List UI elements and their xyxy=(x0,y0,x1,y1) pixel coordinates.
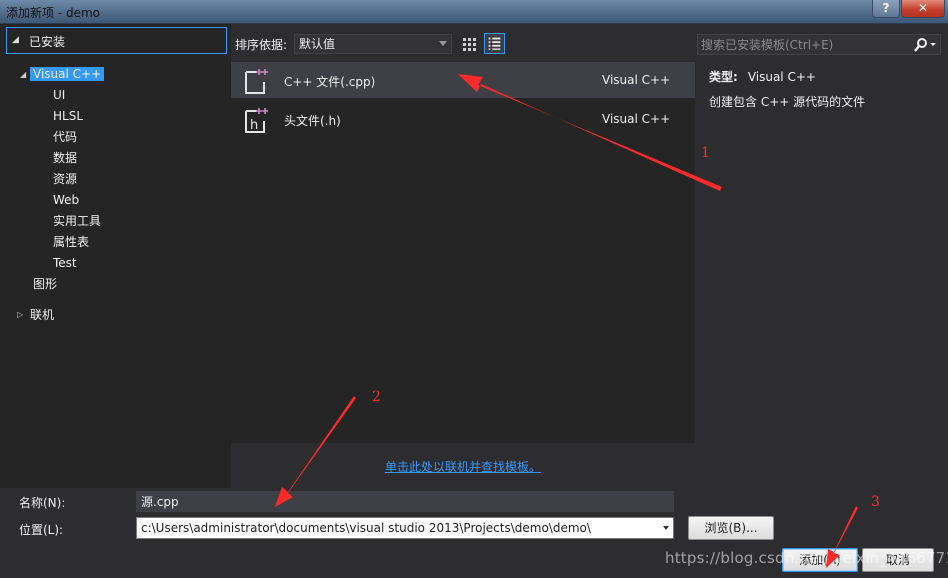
chevron-down-icon xyxy=(439,41,447,46)
tree-item-resource[interactable]: 资源 xyxy=(53,169,77,189)
sort-label: 排序依据: xyxy=(235,38,288,52)
sort-select[interactable]: 默认值 xyxy=(294,34,452,54)
tree-item-hlsl[interactable]: HLSL xyxy=(53,106,83,126)
annotation-label-1: 1 xyxy=(701,145,710,161)
template-name: C++ 文件(.cpp) xyxy=(284,75,376,89)
annotation-label-3: 3 xyxy=(871,494,880,510)
location-label: 位置(L): xyxy=(19,523,64,537)
tree-item-data[interactable]: 数据 xyxy=(53,148,77,168)
title-bar: 添加新项 - demo ? ✕ xyxy=(0,0,948,24)
template-list: C++ 文件(.cpp) Visual C++ h 头文件(.h) Visual… xyxy=(231,62,695,443)
browse-button[interactable]: 浏览(B)... xyxy=(688,516,774,540)
header-file-icon: h xyxy=(245,108,268,133)
collapse-triangle-icon: ◢ xyxy=(12,35,19,45)
type-label: 类型: xyxy=(709,70,738,84)
svg-text:h: h xyxy=(250,118,258,133)
template-language: Visual C++ xyxy=(602,73,671,87)
list-view-icon[interactable] xyxy=(484,33,505,54)
template-description: 创建包含 C++ 源代码的文件 xyxy=(709,95,866,109)
tree-item-online[interactable]: 联机 xyxy=(30,305,54,325)
chevron-down-icon xyxy=(663,526,669,530)
file-name-input[interactable] xyxy=(136,491,674,512)
location-select[interactable]: c:\Users\administrator\documents\visual … xyxy=(136,517,674,539)
template-row-header[interactable]: h 头文件(.h) Visual C++ xyxy=(231,101,695,137)
close-button[interactable]: ✕ xyxy=(901,0,945,18)
tree-item-code[interactable]: 代码 xyxy=(53,127,77,147)
help-button[interactable]: ? xyxy=(872,0,900,18)
find-templates-online-link[interactable]: 单击此处以联机并查找模板。 xyxy=(385,458,541,475)
installed-header[interactable]: ◢ 已安装 xyxy=(6,27,227,54)
add-button[interactable]: 添加(A) xyxy=(782,548,858,572)
collapsed-triangle-icon[interactable]: ▷ xyxy=(17,310,23,319)
tree-item-test[interactable]: Test xyxy=(53,253,77,273)
search-input[interactable] xyxy=(701,36,911,53)
tree-item-property-sheet[interactable]: 属性表 xyxy=(53,232,89,252)
type-value: Visual C++ xyxy=(747,70,816,84)
template-name: 头文件(.h) xyxy=(284,114,341,128)
expanded-triangle-icon[interactable]: ◢ xyxy=(20,70,26,79)
template-search[interactable] xyxy=(697,34,941,55)
sort-value: 默认值 xyxy=(299,37,336,51)
search-icon[interactable] xyxy=(913,37,937,53)
tree-item-label: Visual C++ xyxy=(30,67,105,81)
tree-item-ui[interactable]: UI xyxy=(53,85,65,105)
annotation-label-2: 2 xyxy=(372,389,381,405)
tree-item-utility[interactable]: 实用工具 xyxy=(53,211,101,231)
window-title: 添加新项 - demo xyxy=(6,6,100,20)
template-row-cpp[interactable]: C++ 文件(.cpp) Visual C++ xyxy=(231,62,695,98)
name-label: 名称(N): xyxy=(19,496,66,510)
small-icons-view-icon[interactable] xyxy=(460,34,480,54)
tree-item-web[interactable]: Web xyxy=(53,190,79,210)
tree-item-graphics[interactable]: 图形 xyxy=(33,274,57,294)
location-value: c:\Users\administrator\documents\visual … xyxy=(141,521,591,535)
template-language: Visual C++ xyxy=(602,112,671,126)
installed-label: 已安装 xyxy=(29,35,66,49)
cancel-button[interactable]: 取消 xyxy=(862,548,934,572)
cpp-file-icon xyxy=(245,69,268,94)
template-type: 类型: Visual C++ xyxy=(709,68,816,85)
tree-item-visual-cpp[interactable]: Visual C++ xyxy=(30,64,105,84)
category-panel: ◢ 已安装 ◢ Visual C++ UI HLSL 代码 数据 资源 Web … xyxy=(0,24,231,488)
sort-toolbar: 排序依据: 默认值 xyxy=(231,24,695,62)
